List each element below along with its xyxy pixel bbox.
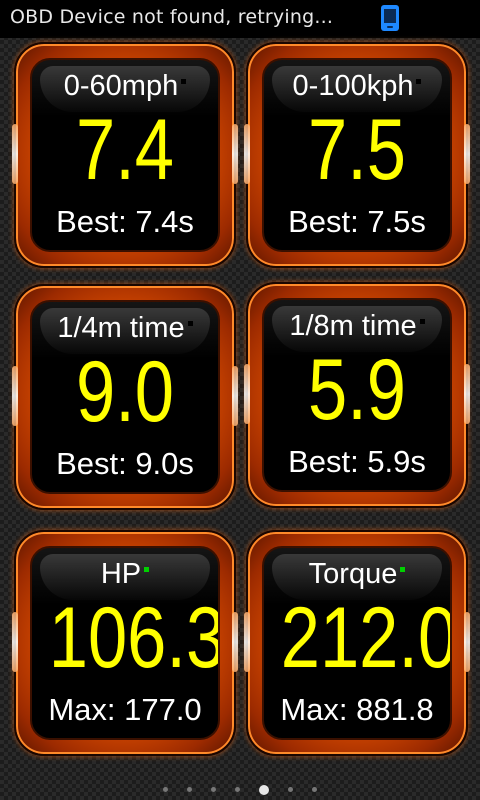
gauge-value: 212.0 [280, 590, 452, 686]
gauge-value: 106.3 [48, 590, 220, 686]
gauge-face: 1/8m time 5.9 Best: 5.9s [262, 298, 452, 492]
gauge-footer: Best: 5.9s [288, 444, 426, 479]
status-indicator [187, 320, 193, 326]
gauge-torque[interactable]: Torque 212.0 Max: 881.8 [244, 530, 470, 756]
status-indicator [419, 318, 425, 324]
gauge-face: 1/4m time 9.0 Best: 9.0s [30, 300, 220, 494]
gauge-hp[interactable]: HP 106.3 Max: 177.0 [12, 530, 238, 756]
gauge-quarter-mile[interactable]: 1/4m time 9.0 Best: 9.0s [12, 284, 238, 510]
gauge-footer: Best: 9.0s [56, 446, 194, 481]
page-dot[interactable] [312, 787, 318, 792]
gauge-title: Torque [264, 558, 450, 591]
status-indicator [144, 566, 150, 572]
page-indicator[interactable] [0, 779, 480, 798]
gauge-value: 7.4 [75, 102, 175, 198]
gauge-title: 0-60mph [32, 70, 218, 103]
gauge-0-60mph[interactable]: 0-60mph 7.4 Best: 7.4s [12, 42, 238, 268]
gauge-title: HP [32, 558, 218, 591]
gauge-0-100kph[interactable]: 0-100kph 7.5 Best: 7.5s [244, 42, 470, 268]
gauge-face: HP 106.3 Max: 177.0 [30, 546, 220, 740]
gauge-value: 9.0 [75, 344, 175, 440]
status-indicator [416, 78, 422, 84]
status-indicator [400, 566, 406, 572]
gauge-footer: Best: 7.4s [56, 204, 194, 239]
page-dot-active[interactable] [259, 784, 270, 795]
gauge-eighth-mile[interactable]: 1/8m time 5.9 Best: 5.9s [244, 282, 470, 508]
page-dot[interactable] [210, 787, 216, 792]
phone-icon [379, 4, 401, 36]
status-bar: OBD Device not found, retrying... [0, 0, 480, 38]
status-indicator [181, 78, 187, 84]
gauge-face: 0-60mph 7.4 Best: 7.4s [30, 58, 220, 252]
gauge-value: 7.5 [307, 102, 407, 198]
gauge-face: Torque 212.0 Max: 881.8 [262, 546, 452, 740]
page-dot[interactable] [235, 787, 240, 792]
page-dot[interactable] [288, 787, 294, 792]
gauge-footer: Max: 881.8 [280, 692, 434, 727]
page-dot[interactable] [186, 787, 192, 792]
gauge-value: 5.9 [307, 342, 407, 438]
gauge-face: 0-100kph 7.5 Best: 7.5s [262, 58, 452, 252]
page-dot[interactable] [162, 787, 168, 792]
gauge-title: 1/8m time [264, 310, 450, 343]
gauge-title: 0-100kph [264, 70, 450, 103]
gauge-footer: Best: 7.5s [288, 204, 426, 239]
connection-status-message: OBD Device not found, retrying... [10, 6, 334, 28]
gauge-title: 1/4m time [32, 312, 218, 345]
gauge-footer: Max: 177.0 [48, 692, 202, 727]
